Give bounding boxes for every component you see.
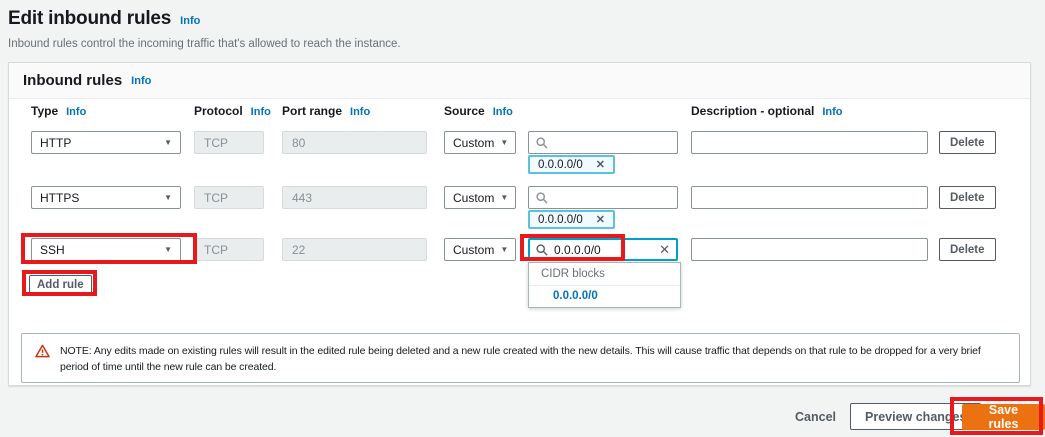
- search-icon: [536, 137, 548, 149]
- type-select-row3[interactable]: SSH ▼: [31, 238, 181, 261]
- description-info-link[interactable]: Info: [822, 106, 842, 118]
- port-range-field-row2: 443: [282, 186, 427, 209]
- type-select-row2[interactable]: HTTPS ▼: [31, 186, 181, 209]
- source-mode-row1-value: Custom: [453, 136, 494, 150]
- dropdown-option-cidr[interactable]: 0.0.0.0/0: [529, 286, 680, 307]
- warning-icon: [35, 344, 50, 358]
- column-header-port-range: Port range Info: [282, 104, 427, 118]
- save-rules-button[interactable]: Save rules: [962, 404, 1045, 430]
- source-search-input-row2[interactable]: [554, 191, 670, 205]
- source-tag-row2: 0.0.0.0/0 ✕: [528, 210, 615, 229]
- note-banner: NOTE: Any edits made on existing rules w…: [21, 333, 1020, 383]
- add-rule-button[interactable]: Add rule: [29, 275, 92, 295]
- page-title: Edit inbound rules: [8, 8, 171, 30]
- source-mode-row2-value: Custom: [453, 191, 494, 205]
- port-range-info-link[interactable]: Info: [350, 106, 370, 118]
- source-search-input-row1[interactable]: [554, 136, 670, 150]
- chevron-down-icon: ▼: [500, 138, 508, 147]
- type-select-row3-value: SSH: [40, 243, 65, 257]
- page-header: Edit inbound rules Info: [8, 8, 200, 30]
- source-mode-select-row3[interactable]: Custom ▼: [444, 238, 516, 261]
- chevron-down-icon: ▼: [164, 193, 172, 202]
- protocol-field-row2: TCP: [194, 186, 264, 209]
- source-search-input-row3[interactable]: [554, 243, 653, 257]
- description-input-row2[interactable]: [691, 186, 928, 209]
- delete-button-row3[interactable]: Delete: [939, 238, 996, 261]
- type-select-row1-value: HTTP: [40, 136, 71, 150]
- type-select-row1[interactable]: HTTP ▼: [31, 131, 181, 154]
- source-mode-select-row2[interactable]: Custom ▼: [444, 186, 516, 209]
- source-info-link[interactable]: Info: [493, 106, 513, 118]
- source-tag-row2-value: 0.0.0.0/0: [538, 214, 583, 226]
- source-mode-select-row1[interactable]: Custom ▼: [444, 131, 516, 154]
- type-info-link[interactable]: Info: [66, 106, 86, 118]
- page-title-info-link[interactable]: Info: [180, 15, 200, 27]
- source-suggestions-dropdown: CIDR blocks 0.0.0.0/0: [528, 262, 681, 308]
- column-header-description: Description - optional Info: [691, 104, 928, 118]
- description-input-row3[interactable]: [691, 238, 928, 261]
- protocol-field-row1: TCP: [194, 131, 264, 154]
- port-range-field-row1: 80: [282, 131, 427, 154]
- note-text: NOTE: Any edits made on existing rules w…: [60, 343, 1005, 376]
- edit-inbound-rules-page: Edit inbound rules Info Inbound rules co…: [0, 0, 1045, 437]
- protocol-field-row3: TCP: [194, 238, 264, 261]
- panel-header: Inbound rules Info: [9, 63, 1030, 99]
- chevron-down-icon: ▼: [500, 193, 508, 202]
- page-subtitle: Inbound rules control the incoming traff…: [8, 38, 401, 50]
- source-tag-row1-value: 0.0.0.0/0: [538, 159, 583, 171]
- source-mode-row3-value: Custom: [453, 243, 494, 257]
- column-header-protocol: Protocol Info: [194, 104, 264, 118]
- chevron-down-icon: ▼: [164, 138, 172, 147]
- panel-title: Inbound rules: [23, 72, 122, 89]
- chevron-down-icon: ▼: [500, 245, 508, 254]
- protocol-info-link[interactable]: Info: [251, 106, 271, 118]
- panel-info-link[interactable]: Info: [131, 75, 151, 87]
- remove-tag-icon[interactable]: ✕: [596, 158, 605, 171]
- search-icon: [536, 192, 548, 204]
- remove-tag-icon[interactable]: ✕: [596, 213, 605, 226]
- search-icon: [536, 244, 548, 256]
- type-select-row2-value: HTTPS: [40, 191, 79, 205]
- source-tag-row1: 0.0.0.0/0 ✕: [528, 155, 615, 174]
- source-search-row1[interactable]: [528, 131, 678, 154]
- delete-button-row1[interactable]: Delete: [939, 131, 996, 154]
- source-search-row2[interactable]: [528, 186, 678, 209]
- description-input-row1[interactable]: [691, 131, 928, 154]
- chevron-down-icon: ▼: [164, 245, 172, 254]
- cancel-button[interactable]: Cancel: [795, 410, 836, 424]
- source-search-row3[interactable]: ✕: [528, 238, 678, 261]
- column-header-source: Source Info: [444, 104, 516, 118]
- dropdown-group-label: CIDR blocks: [529, 263, 680, 286]
- port-range-field-row3: 22: [282, 238, 427, 261]
- clear-search-icon[interactable]: ✕: [659, 243, 670, 256]
- inbound-rules-panel: Inbound rules Info Type Info Protocol In…: [8, 62, 1031, 386]
- delete-button-row2[interactable]: Delete: [939, 186, 996, 209]
- column-header-type: Type Info: [31, 104, 181, 118]
